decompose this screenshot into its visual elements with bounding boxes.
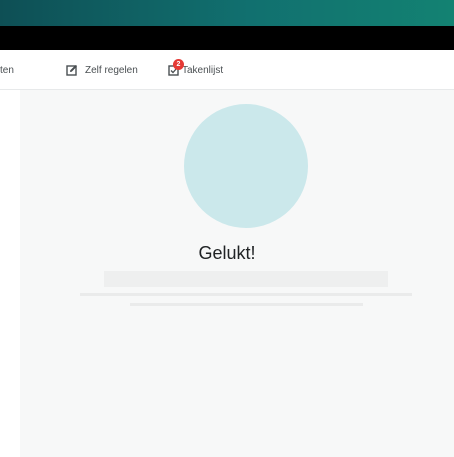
black-banner: [0, 26, 454, 50]
nav-item-cut-off[interactable]: ten: [0, 63, 14, 77]
navigation-bar: ten Zelf regelen 2 Takenlijst: [0, 50, 454, 90]
page-title: Gelukt!: [198, 243, 256, 263]
task-list-icon: 2: [168, 59, 184, 76]
success-illustration: [184, 104, 308, 228]
loading-placeholder-line: [104, 271, 388, 287]
nav-item-takenlijst[interactable]: 2 Takenlijst: [168, 59, 224, 77]
nav-item-label: Zelf regelen: [85, 64, 138, 76]
nav-item-zelf-regelen[interactable]: Zelf regelen: [66, 63, 138, 77]
page: ten Zelf regelen 2 Takenlijst Gelukt!: [0, 0, 454, 457]
loading-placeholder-line: [130, 303, 363, 306]
notification-badge: 2: [173, 59, 184, 70]
app-header-bar: [0, 0, 454, 26]
nav-item-label: ten: [0, 64, 14, 76]
edit-icon: [66, 64, 78, 76]
loading-placeholder-line: [80, 293, 412, 296]
nav-item-label: Takenlijst: [182, 64, 224, 76]
main-content: Gelukt!: [20, 90, 454, 457]
